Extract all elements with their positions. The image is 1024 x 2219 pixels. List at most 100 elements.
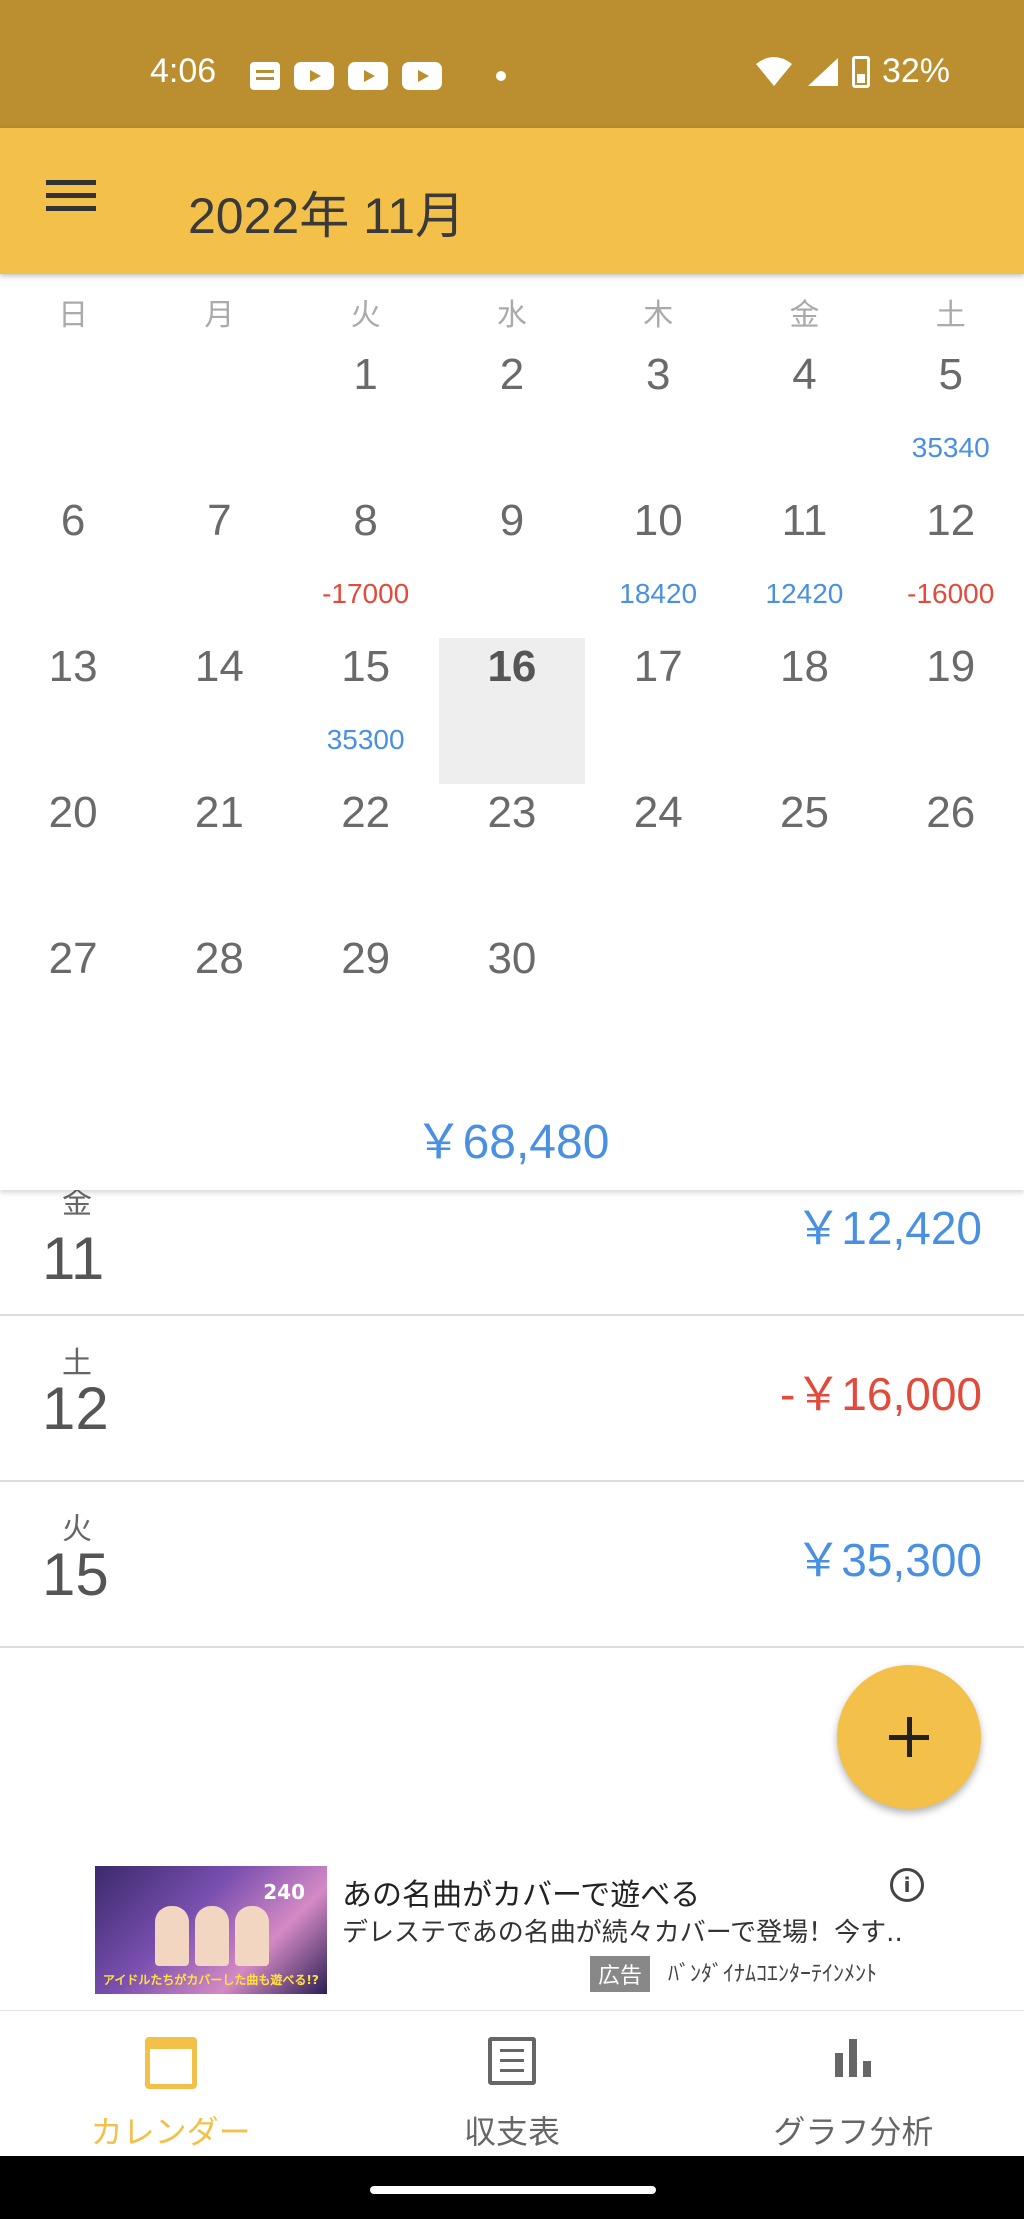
transaction-row[interactable]: 土 12 -￥16,000 [0, 1316, 1024, 1482]
calendar-day-8[interactable]: 8 -17000 [293, 492, 439, 638]
calendar-day-empty [0, 346, 146, 492]
day-number: 8 [353, 496, 378, 545]
day-number: 15 [341, 642, 391, 691]
calendar-day-24[interactable]: 24 [585, 784, 731, 930]
more-notifications-dot-icon [496, 71, 506, 81]
day-number: 4 [792, 350, 817, 399]
calendar-day-23[interactable]: 23 [439, 784, 585, 930]
battery-percent: 32% [881, 52, 950, 90]
calendar-day-5[interactable]: 5 35340 [878, 346, 1024, 492]
status-bar: 4:06 32% [0, 0, 1024, 128]
calendar-day-empty [146, 346, 292, 492]
calendar-day-19[interactable]: 19 [878, 638, 1024, 784]
day-number: 9 [499, 496, 525, 545]
month-title[interactable]: 2022年 11月 [188, 176, 465, 248]
day-amount: 18420 [619, 578, 698, 609]
day-number: 27 [48, 934, 98, 983]
ad-image[interactable]: 240 アイドルたちがカバーした曲も遊べる!? [95, 1866, 327, 1994]
calendar-day-22[interactable]: 22 [293, 784, 439, 930]
day-number [146, 346, 292, 350]
transaction-row[interactable]: 火 15 ￥35,300 [0, 1482, 1024, 1648]
day-amount: -16000 [907, 578, 995, 609]
calendar-day-25[interactable]: 25 [731, 784, 877, 930]
weekday-friday: 金 [789, 298, 820, 333]
calendar-day-29[interactable]: 29 [293, 930, 439, 1076]
calendar-day-14[interactable]: 14 [146, 638, 292, 784]
nav-graph-analysis[interactable]: グラフ分析 [683, 2011, 1024, 2156]
calendar-day-16[interactable]: 16 [438, 638, 586, 784]
day-number: 18 [779, 642, 829, 691]
day-number: 20 [48, 788, 98, 837]
calendar-day-17[interactable]: 17 [585, 638, 731, 784]
day-number: 1 [353, 350, 378, 399]
transaction-amount: -￥16,000 [779, 1368, 982, 1420]
calendar-day-30[interactable]: 30 [439, 930, 585, 1076]
day-number: 12 [926, 496, 976, 545]
day-amount: 35300 [326, 724, 405, 755]
ad-character-figure [195, 1906, 229, 1966]
bar-chart-icon [831, 2037, 875, 2081]
calendar-day-21[interactable]: 21 [146, 784, 292, 930]
calendar-day-11[interactable]: 11 12420 [731, 492, 877, 638]
bottom-navigation: カレンダー 収支表 グラフ分析 [0, 2010, 1024, 2156]
day-number [0, 346, 146, 350]
calendar-day-1[interactable]: 1 [293, 346, 439, 492]
nav-calendar[interactable]: カレンダー [0, 2011, 341, 2156]
ad-character-figure [235, 1906, 269, 1966]
ad-title[interactable]: あの名曲がカバーで遊べる [342, 1870, 700, 1914]
calendar-day-7[interactable]: 7 [146, 492, 292, 638]
ad-image-caption: アイドルたちがカバーした曲も遊べる!? [103, 1973, 319, 1987]
add-entry-button[interactable] [837, 1665, 981, 1809]
day-number: 17 [633, 642, 683, 691]
calendar-day-27[interactable]: 27 [0, 930, 146, 1076]
ad-image-badge: 240 [263, 1880, 305, 1904]
weekday-tuesday: 火 [350, 298, 381, 333]
calendar-day-15[interactable]: 15 35300 [293, 638, 439, 784]
calendar-day-6[interactable]: 6 [0, 492, 146, 638]
nav-balance-sheet-label: 収支表 [463, 2113, 560, 2151]
transaction-amount: ￥12,420 [795, 1202, 982, 1254]
calendar-day-12[interactable]: 12 -16000 [878, 492, 1024, 638]
calendar-day-3[interactable]: 3 [585, 346, 731, 492]
calendar-day-18[interactable]: 18 [731, 638, 877, 784]
day-number: 25 [779, 788, 829, 837]
notification-icons [250, 62, 506, 90]
calendar-day-20[interactable]: 20 [0, 784, 146, 930]
calendar: 日 月 火 水 木 金 土 1 2 3 4 5 35340 6 7 8 -17000 9 10 1842… [0, 274, 1024, 1190]
weekday-sunday: 日 [58, 298, 89, 333]
menu-button[interactable] [40, 172, 100, 232]
calendar-day-28[interactable]: 28 [146, 930, 292, 1076]
transaction-row[interactable]: 金 11 ￥12,420 [0, 1186, 1024, 1316]
transaction-amount: ￥35,300 [795, 1534, 982, 1586]
youtube-notification-icon [294, 62, 334, 90]
calendar-day-9[interactable]: 9 [439, 492, 585, 638]
ad-info-icon[interactable]: i [890, 1868, 924, 1902]
day-number: 21 [194, 788, 244, 837]
calendar-day-26[interactable]: 26 [878, 784, 1024, 930]
transaction-day: 12 [42, 1375, 109, 1442]
transaction-day: 15 [42, 1541, 109, 1608]
weekday-saturday: 土 [935, 298, 966, 333]
calendar-day-4[interactable]: 4 [731, 346, 877, 492]
nav-calendar-label: カレンダー [90, 2113, 251, 2151]
calendar-day-10[interactable]: 10 18420 [585, 492, 731, 638]
calendar-day-13[interactable]: 13 [0, 638, 146, 784]
day-number: 14 [194, 642, 244, 691]
ad-advertiser: ﾊﾞﾝﾀﾞｲﾅﾑｺｴﾝﾀｰﾃｲﾝﾒﾝﾄ [668, 1962, 878, 1987]
ad-label: 広告 [590, 1956, 651, 1992]
home-gesture-handle[interactable] [370, 2186, 656, 2194]
calendar-day-2[interactable]: 2 [439, 346, 585, 492]
weekday-wednesday: 水 [496, 298, 527, 333]
day-grid: 1 2 3 4 5 35340 6 7 8 -17000 9 10 18420 11 12420 12 -160… [0, 346, 1024, 1076]
day-amount: -17000 [322, 578, 410, 609]
app-bar: 2022年 11月 [0, 128, 1024, 274]
nav-graph-analysis-label: グラフ分析 [773, 2113, 934, 2151]
day-number: 30 [487, 934, 537, 983]
day-number: 7 [207, 496, 232, 545]
day-number: 23 [487, 788, 537, 837]
nav-balance-sheet[interactable]: 収支表 [341, 2011, 682, 2156]
ad-body[interactable]: デレステであの名曲が続々カバーで登場！今す... [342, 1912, 902, 1949]
ad-banner[interactable]: 240 アイドルたちがカバーした曲も遊べる!? あの名曲がカバーで遊べる デレス… [0, 1846, 1024, 2010]
youtube-notification-icon [402, 62, 442, 90]
list-icon [487, 2037, 536, 2085]
